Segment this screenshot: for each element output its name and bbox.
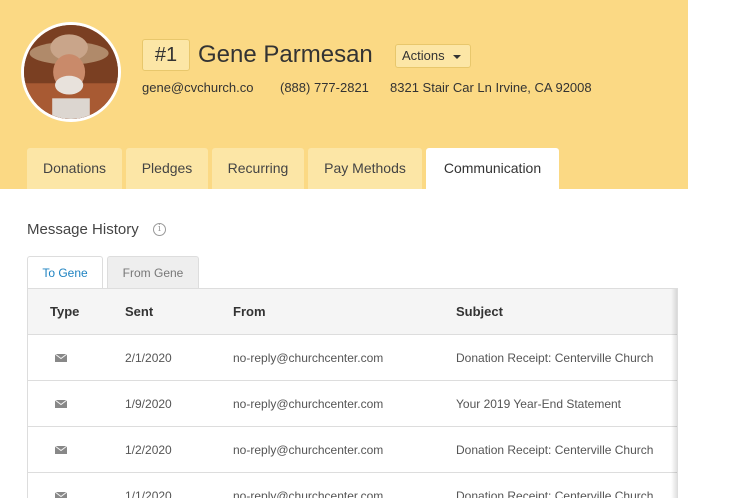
table-row[interactable]: 1/9/2020 no-reply@churchcenter.com Your …	[28, 381, 677, 427]
subtab-from-gene[interactable]: From Gene	[107, 256, 199, 288]
tab-pledges[interactable]: Pledges	[126, 148, 208, 189]
row-subject[interactable]: Donation Receipt: Centerville Church	[456, 335, 653, 381]
column-header-sent[interactable]: Sent	[125, 289, 153, 335]
table-row[interactable]: 1/1/2020 no-reply@churchcenter.com Donat…	[28, 473, 677, 498]
tab-recurring[interactable]: Recurring	[212, 148, 304, 189]
row-sent: 1/1/2020	[125, 489, 172, 498]
row-sent: 1/9/2020	[125, 397, 172, 411]
column-header-from[interactable]: From	[233, 289, 266, 335]
profile-header: #1 Gene Parmesan Actions gene@cvchurch.c…	[0, 0, 688, 189]
contact-address[interactable]: 8321 Stair Car Ln Irvine, CA 92008	[390, 80, 592, 96]
envelope-icon	[55, 492, 67, 498]
person-name: Gene Parmesan	[198, 41, 373, 68]
row-sent: 2/1/2020	[125, 351, 172, 365]
caret-down-icon	[453, 55, 461, 59]
row-from: no-reply@churchcenter.com	[233, 489, 384, 498]
actions-dropdown-button[interactable]: Actions	[395, 44, 471, 68]
envelope-icon	[55, 400, 67, 408]
tab-communication[interactable]: Communication	[426, 148, 559, 189]
row-sent: 1/2/2020	[125, 443, 172, 457]
actions-label: Actions	[402, 48, 445, 63]
table-row[interactable]: 2/1/2020 no-reply@churchcenter.com Donat…	[28, 335, 677, 381]
contact-email[interactable]: gene@cvchurch.co	[142, 80, 253, 96]
communication-panel: Message History i To Gene From Gene Type…	[0, 189, 688, 498]
envelope-icon	[55, 446, 67, 454]
table-header: Type Sent From Subject	[28, 289, 677, 335]
tab-donations[interactable]: Donations	[27, 148, 122, 189]
avatar[interactable]	[21, 22, 121, 122]
column-header-type[interactable]: Type	[50, 289, 79, 335]
person-id-badge: #1	[142, 39, 190, 71]
row-from: no-reply@churchcenter.com	[233, 351, 384, 365]
tab-pay-methods[interactable]: Pay Methods	[308, 148, 422, 189]
row-from: no-reply@churchcenter.com	[233, 397, 384, 411]
table-row[interactable]: 1/2/2020 no-reply@churchcenter.com Donat…	[28, 427, 677, 473]
row-from: no-reply@churchcenter.com	[233, 443, 384, 457]
row-subject[interactable]: Donation Receipt: Centerville Church	[456, 427, 653, 473]
message-table: Type Sent From Subject 2/1/2020 no-reply…	[27, 288, 678, 498]
subtab-to-gene[interactable]: To Gene	[27, 256, 103, 288]
horizontal-scroll-shadow	[671, 289, 677, 498]
column-header-subject[interactable]: Subject	[456, 289, 503, 335]
envelope-icon	[55, 354, 67, 362]
info-icon[interactable]: i	[153, 223, 166, 236]
row-subject[interactable]: Donation Receipt: Centerville Church	[456, 473, 653, 498]
contact-phone[interactable]: (888) 777-2821	[280, 80, 369, 96]
section-title: Message History	[27, 221, 139, 238]
row-subject[interactable]: Your 2019 Year-End Statement	[456, 381, 621, 427]
avatar-photo	[24, 25, 118, 119]
